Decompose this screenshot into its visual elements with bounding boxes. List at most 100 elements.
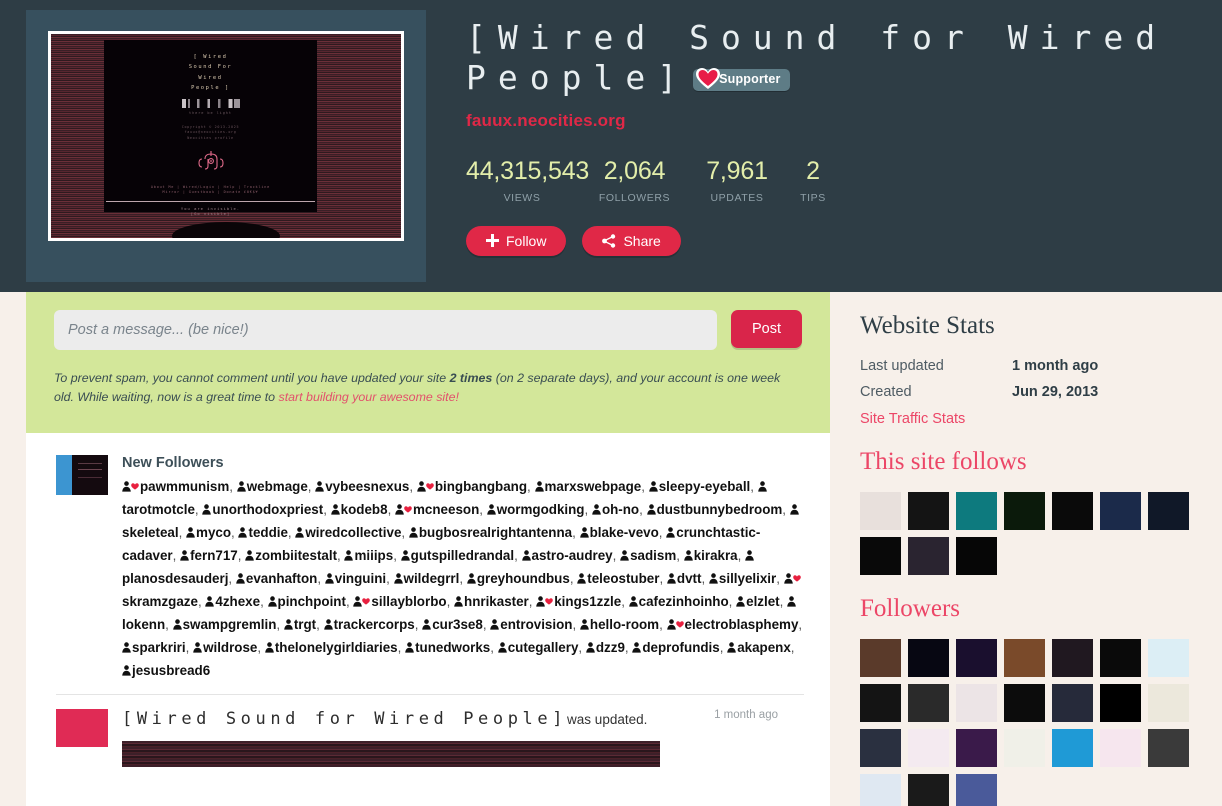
follower-link[interactable]: hnrikaster <box>464 594 529 609</box>
follower-link[interactable]: unorthodoxpriest <box>212 502 323 517</box>
site-url-link[interactable]: fauux.neocities.org <box>466 111 1186 131</box>
follower-link[interactable]: jesusbread6 <box>132 663 210 678</box>
follower-link[interactable]: miiips <box>354 548 393 563</box>
site-thumbnail[interactable] <box>1004 729 1045 767</box>
site-thumbnail[interactable] <box>1052 492 1093 530</box>
follower-link[interactable]: trgt <box>294 617 316 632</box>
follower-link[interactable]: trackercorps <box>334 617 415 632</box>
site-thumbnail[interactable] <box>908 774 949 806</box>
site-thumbnail[interactable] <box>1148 729 1189 767</box>
follower-link[interactable]: myco <box>196 525 231 540</box>
site-thumbnail[interactable] <box>908 684 949 722</box>
follower-link[interactable]: sleepy-eyeball <box>659 479 751 494</box>
site-thumbnail[interactable] <box>1052 684 1093 722</box>
follower-link[interactable]: bugbosrealrightantenna <box>419 525 572 540</box>
follower-link[interactable]: hello-room <box>590 617 659 632</box>
site-thumbnail[interactable] <box>860 729 901 767</box>
follower-link[interactable]: pawmmunism <box>140 479 229 494</box>
site-thumbnail[interactable] <box>1148 684 1189 722</box>
follower-link[interactable]: wormgodking <box>497 502 585 517</box>
share-button[interactable]: Share <box>582 225 681 256</box>
site-thumbnail[interactable] <box>956 684 997 722</box>
site-thumbnail[interactable] <box>1004 684 1045 722</box>
follower-link[interactable]: thelonelygirldiaries <box>275 640 398 655</box>
comment-input[interactable] <box>54 310 717 350</box>
follower-link[interactable]: sadism <box>630 548 676 563</box>
follower-link[interactable]: fern717 <box>190 548 238 563</box>
follower-link[interactable]: sillayblorbo <box>371 594 446 609</box>
follower-link[interactable]: sillyelixir <box>719 571 776 586</box>
follower-link[interactable]: elzlet <box>746 594 780 609</box>
follower-link[interactable]: teleostuber <box>587 571 659 586</box>
site-thumbnail[interactable] <box>860 639 901 677</box>
follower-link[interactable]: dustbunnybedroom <box>657 502 783 517</box>
site-thumbnail[interactable] <box>860 492 901 530</box>
follower-link[interactable]: akapenx <box>737 640 791 655</box>
site-thumbnail[interactable] <box>1004 639 1045 677</box>
follower-link[interactable]: wildegrrl <box>404 571 460 586</box>
follower-link[interactable]: pinchpoint <box>278 594 346 609</box>
follower-link[interactable]: teddie <box>248 525 287 540</box>
follower-link[interactable]: webmage <box>247 479 308 494</box>
follower-link[interactable]: dvtt <box>677 571 702 586</box>
follower-link[interactable]: cutegallery <box>508 640 579 655</box>
follow-button[interactable]: Follow <box>466 225 567 256</box>
follower-link[interactable]: wiredcollective <box>305 525 401 540</box>
follower-link[interactable]: zombiitestalt <box>255 548 337 563</box>
follower-link[interactable]: tunedworks <box>415 640 490 655</box>
site-thumbnail[interactable] <box>908 492 949 530</box>
site-thumbnail[interactable] <box>1004 492 1045 530</box>
site-thumbnail[interactable] <box>908 729 949 767</box>
follower-link[interactable]: vybeesnexus <box>325 479 409 494</box>
follower-link[interactable]: oh-no <box>602 502 639 517</box>
post-button[interactable]: Post <box>731 310 802 348</box>
follower-link[interactable]: vinguini <box>335 571 386 586</box>
site-thumbnail[interactable] <box>1100 729 1141 767</box>
update-entry-title[interactable]: [Wired Sound for Wired People] <box>122 709 567 729</box>
follower-link[interactable]: cur3se8 <box>432 617 483 632</box>
site-thumbnail[interactable] <box>1148 639 1189 677</box>
follower-link[interactable]: entrovision <box>500 617 572 632</box>
site-thumbnail[interactable] <box>908 639 949 677</box>
follower-link[interactable]: marxswebpage <box>545 479 642 494</box>
follower-link[interactable]: mcneeson <box>413 502 479 517</box>
update-entry-screenshot[interactable] <box>122 741 660 768</box>
follower-link[interactable]: kirakra <box>694 548 738 563</box>
site-thumbnail[interactable] <box>860 684 901 722</box>
site-thumbnail[interactable] <box>860 537 901 575</box>
site-thumbnail[interactable] <box>956 639 997 677</box>
follower-link[interactable]: cafezinhoinho <box>639 594 729 609</box>
site-thumbnail[interactable] <box>956 492 997 530</box>
site-screenshot-frame[interactable]: [ Wired Sound For Wired People ] there b… <box>48 31 404 241</box>
follower-link[interactable]: bingbangbang <box>435 479 527 494</box>
site-thumbnail[interactable] <box>1100 492 1141 530</box>
follower-link[interactable]: blake-vevo <box>590 525 659 540</box>
site-thumbnail[interactable] <box>1100 684 1141 722</box>
update-entry-thumbnail[interactable] <box>56 709 108 748</box>
site-thumbnail[interactable] <box>1052 639 1093 677</box>
site-thumbnail[interactable] <box>956 774 997 806</box>
site-thumbnail[interactable] <box>908 537 949 575</box>
follower-link[interactable]: planosdesauderj <box>122 571 228 586</box>
follower-link[interactable]: gutspilledrandal <box>411 548 514 563</box>
site-thumbnail[interactable] <box>1052 729 1093 767</box>
follower-link[interactable]: skeleteal <box>122 525 179 540</box>
follower-link[interactable]: astro-audrey <box>532 548 613 563</box>
follower-link[interactable]: 4zhexe <box>215 594 260 609</box>
follower-link[interactable]: lokenn <box>122 617 165 632</box>
site-traffic-stats-link[interactable]: Site Traffic Stats <box>860 411 965 427</box>
site-thumbnail[interactable] <box>860 774 901 806</box>
follower-link[interactable]: greyhoundbus <box>477 571 570 586</box>
follower-link[interactable]: skramzgaze <box>122 594 198 609</box>
build-site-link[interactable]: start building your awesome site! <box>279 390 459 404</box>
follower-link[interactable]: kodeb8 <box>341 502 388 517</box>
follower-link[interactable]: evanhafton <box>246 571 317 586</box>
site-thumbnail[interactable] <box>1148 492 1189 530</box>
follower-link[interactable]: dzz9 <box>596 640 625 655</box>
site-thumbnail[interactable] <box>956 537 997 575</box>
follower-link[interactable]: tarotmotcle <box>122 502 195 517</box>
follower-link[interactable]: swampgremlin <box>183 617 277 632</box>
follower-link[interactable]: deprofundis <box>642 640 719 655</box>
site-thumbnail[interactable] <box>1100 639 1141 677</box>
follower-link[interactable]: kings1zzle <box>554 594 621 609</box>
